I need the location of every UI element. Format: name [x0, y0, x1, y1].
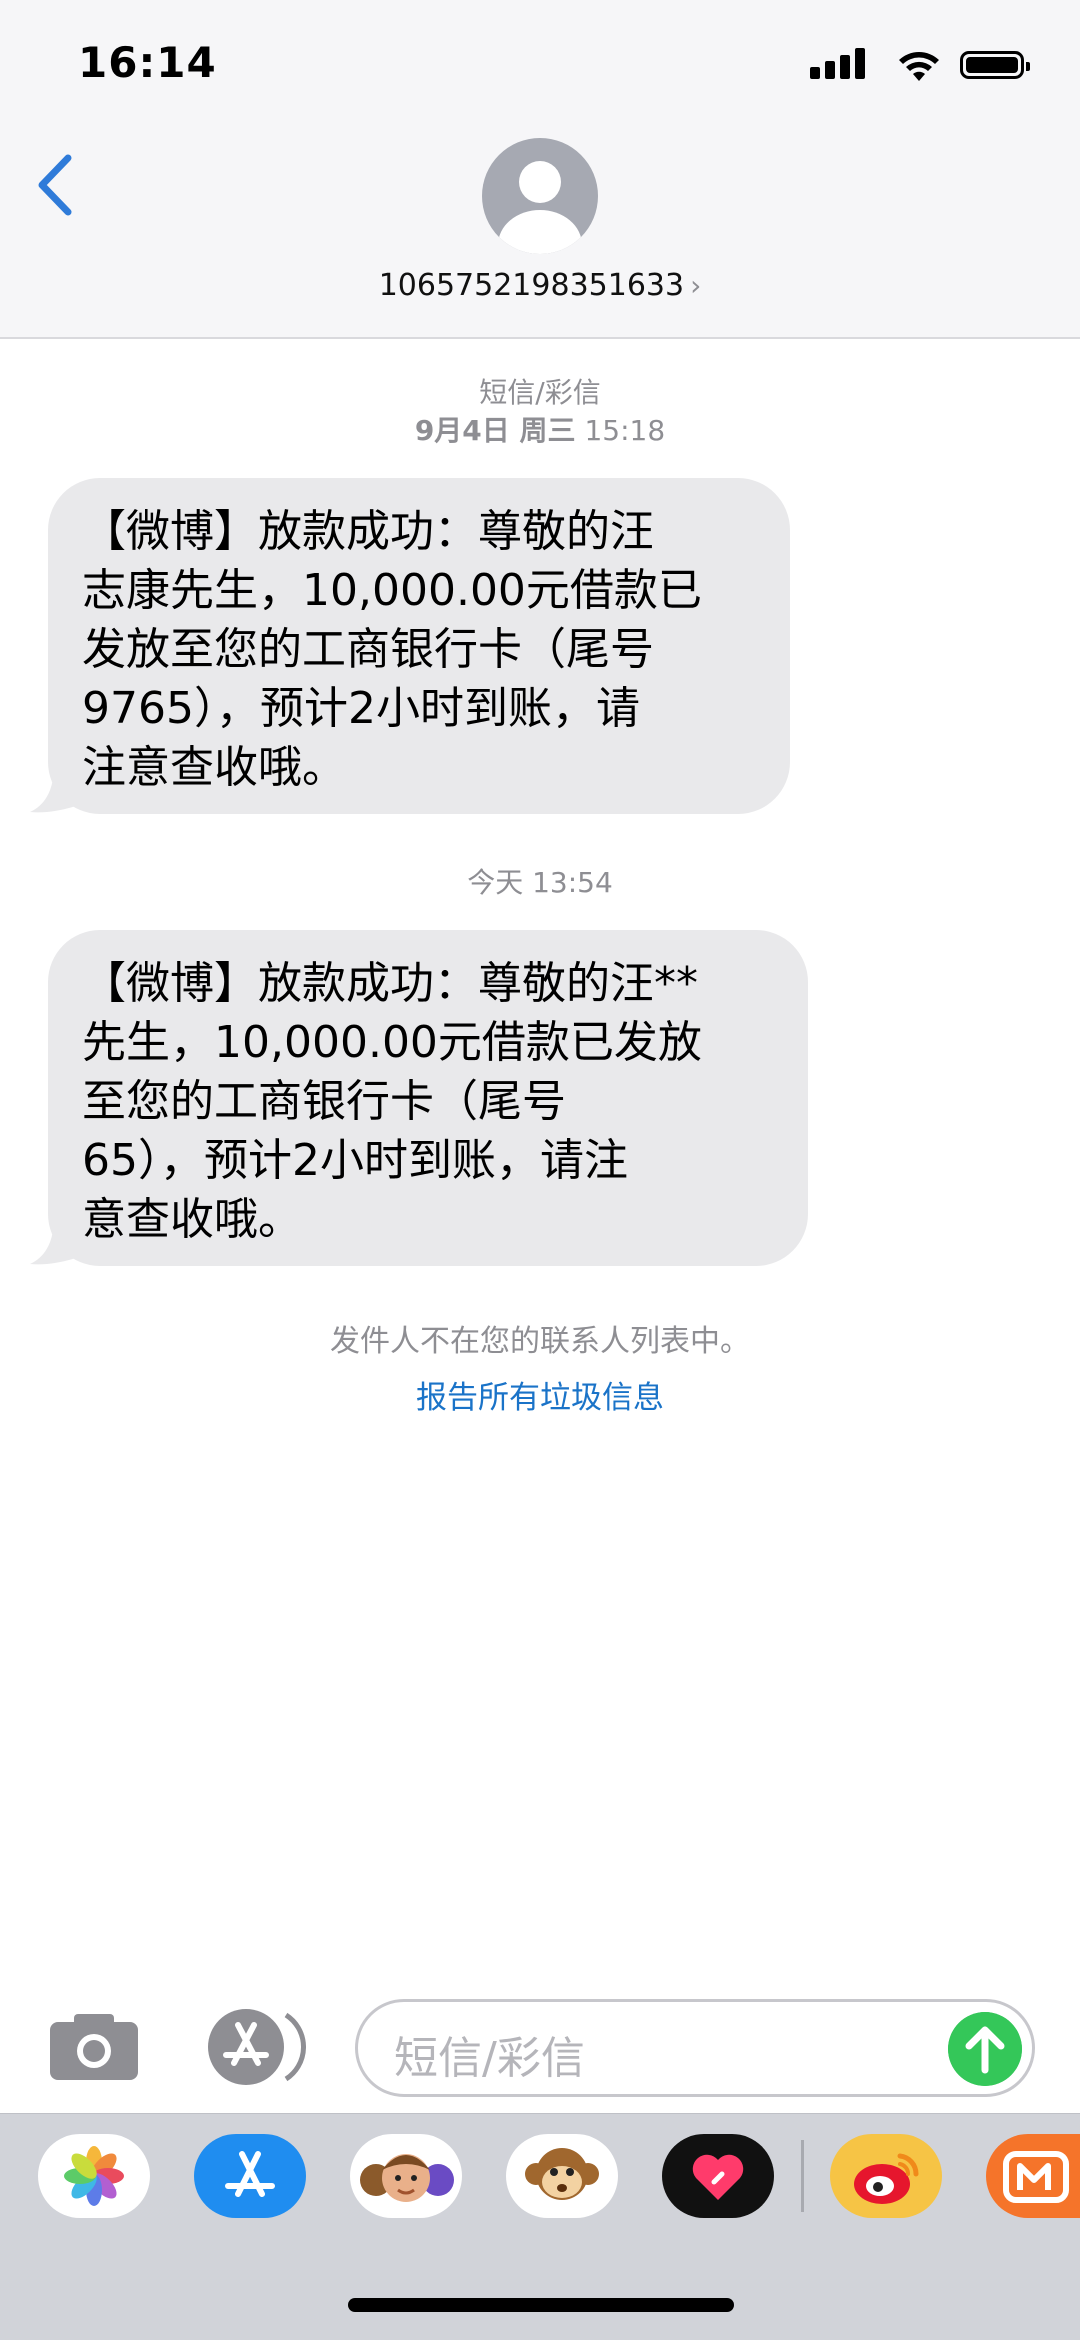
battery-icon — [960, 51, 1030, 79]
send-button[interactable] — [948, 2012, 1022, 2086]
report-junk-link[interactable]: 报告所有垃圾信息 — [0, 1372, 1080, 1417]
app-store-icon[interactable] — [200, 2007, 306, 2087]
message-timestamp: 短信/彩信 9月4日 周三 15:18 — [0, 374, 1080, 450]
service-label: 短信/彩信 — [479, 376, 601, 409]
photos-icon[interactable] — [38, 2134, 150, 2218]
weibo-icon[interactable] — [830, 2134, 942, 2218]
drawer-divider — [801, 2140, 804, 2212]
digital-touch-icon[interactable] — [662, 2134, 774, 2218]
contact-name[interactable]: 1065752198351633 › — [0, 268, 1080, 303]
status-time: 16:14 — [78, 38, 217, 87]
time-label: 13:54 — [532, 866, 613, 899]
animoji-monkey-icon[interactable] — [506, 2134, 618, 2218]
home-indicator[interactable] — [348, 2298, 734, 2312]
cellular-signal-icon — [810, 45, 880, 85]
date-label: 今天 — [467, 866, 524, 899]
message-timestamp: 今天 13:54 — [0, 864, 1080, 902]
message-input-placeholder: 短信/彩信 — [394, 2033, 585, 2084]
status-icons — [810, 45, 1040, 85]
person-icon[interactable] — [482, 138, 598, 254]
wifi-icon — [899, 52, 939, 81]
camera-icon[interactable] — [48, 2012, 140, 2082]
memoji-icon[interactable] — [350, 2134, 462, 2218]
unknown-sender-notice: 发件人不在您的联系人列表中。 — [330, 1324, 750, 1359]
date-label: 9月4日 周三 — [414, 414, 576, 447]
chevron-left-icon[interactable] — [30, 150, 80, 220]
contact-number: 1065752198351633 — [378, 268, 685, 303]
message-input[interactable]: 短信/彩信 — [355, 1999, 1035, 2097]
message-bubble[interactable]: 【微博】放款成功：尊敬的汪 志康先生，10,000.00元借款已 发放至您的工商… — [48, 478, 790, 814]
message-bubble[interactable]: 【微博】放款成功：尊敬的汪** 先生，10,000.00元借款已发放 至您的工商… — [48, 930, 808, 1266]
conversation-header: 16:14 1065752198351633 › — [0, 0, 1080, 339]
app-store-icon[interactable] — [194, 2134, 306, 2218]
time-label: 15:18 — [584, 414, 666, 447]
chevron-right-icon: › — [690, 269, 702, 302]
mango-tv-icon[interactable] — [986, 2134, 1080, 2218]
